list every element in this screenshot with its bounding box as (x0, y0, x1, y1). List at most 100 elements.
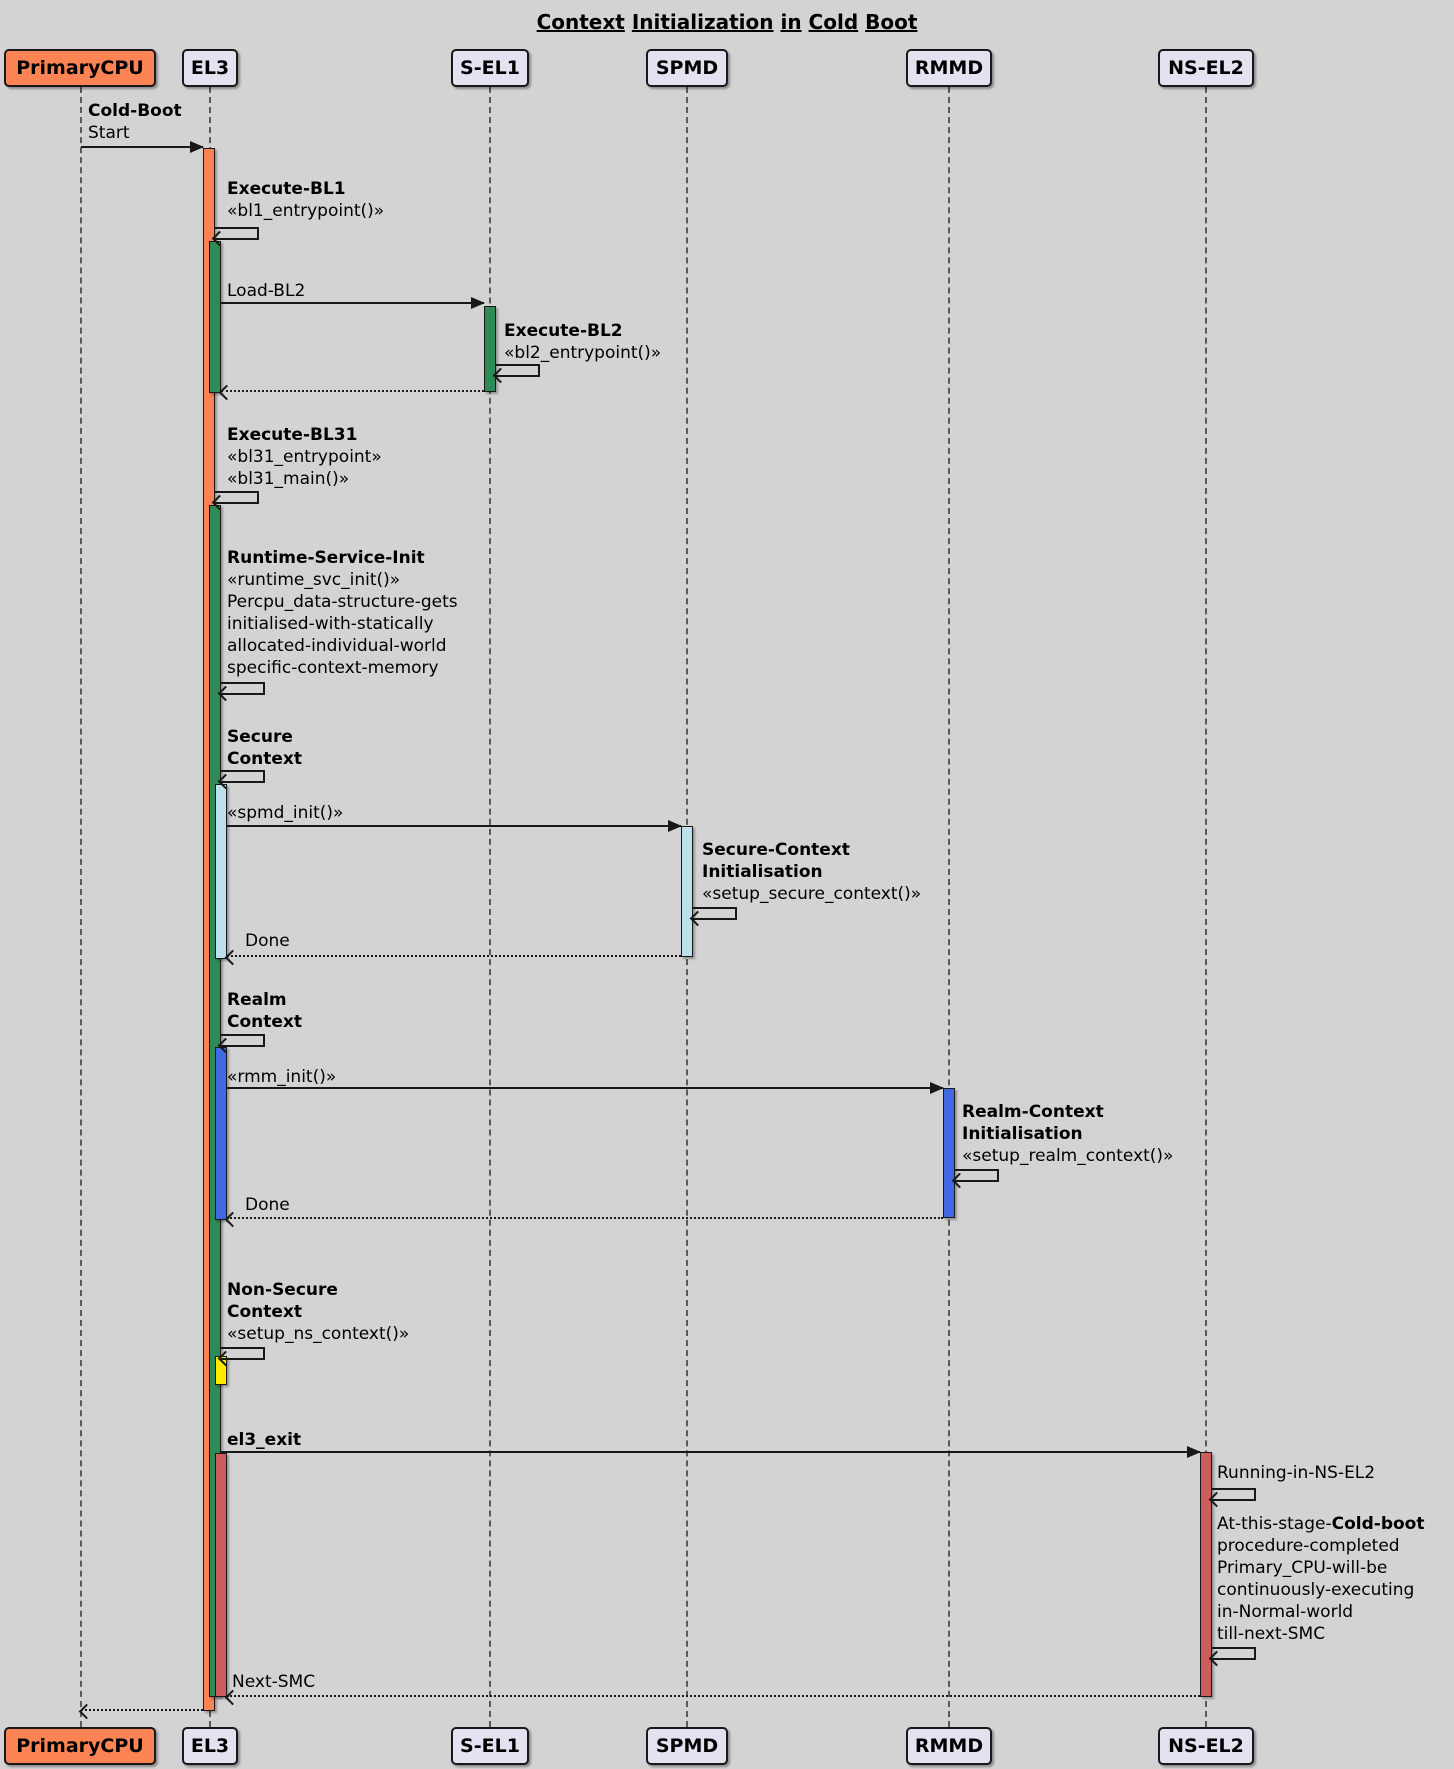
participant-rmmd-top: RMMD (906, 49, 992, 87)
arrow-el3-exit (221, 1451, 1200, 1453)
participant-spmd-bottom: SPMD (646, 1727, 728, 1765)
activation-el3-secure-context (215, 784, 227, 959)
label-running-in-ns-el2: Running-in-NS-EL2 (1217, 1462, 1375, 1484)
selfloop-running-in-ns-el2 (1212, 1488, 1256, 1501)
label-runtime-service-init: Runtime-Service-Init «runtime_svc_init()… (227, 547, 458, 679)
label-line: Next-SMC (232, 1671, 315, 1693)
label-line: Realm (227, 989, 302, 1011)
arrow-return-done-spmd (227, 955, 681, 957)
label-execute-bl2: Execute-BL2 «bl2_entrypoint()» (504, 320, 661, 364)
label-line: Cold-Boot (88, 100, 182, 122)
arrow-load-bl2 (221, 302, 484, 304)
label-line: Load-BL2 (227, 280, 305, 302)
label-line: specific-context-memory (227, 657, 458, 679)
label-cold-boot-start: Cold-Boot Start (88, 100, 182, 144)
label-execute-bl31: Execute-BL31 «bl31_entrypoint» «bl31_mai… (227, 424, 382, 490)
participant-label: EL3 (191, 1735, 229, 1757)
activation-el3-realm-context (215, 1047, 227, 1220)
label-line: allocated-individual-world (227, 635, 458, 657)
label-line: «bl1_entrypoint()» (227, 200, 384, 222)
label-line: Initialisation (702, 861, 921, 883)
participant-label: PrimaryCPU (16, 1735, 143, 1757)
participant-label: NS-EL2 (1168, 1735, 1244, 1757)
label-el3-exit: el3_exit (227, 1429, 301, 1451)
activation-el3-exit (215, 1453, 227, 1697)
label-line: continuously-executing (1217, 1579, 1424, 1601)
label-line: Initialisation (962, 1123, 1173, 1145)
label-line: «spmd_init()» (227, 802, 343, 824)
selfloop-cold-boot-complete (1212, 1647, 1256, 1660)
label-line: Percpu_data-structure-gets (227, 591, 458, 613)
label-line: «setup_realm_context()» (962, 1145, 1173, 1167)
label-line: «bl2_entrypoint()» (504, 342, 661, 364)
selfloop-non-secure-context (221, 1347, 265, 1360)
label-line: Execute-BL31 (227, 424, 382, 446)
label-line: Context (227, 1011, 302, 1033)
label-line: till-next-SMC (1217, 1623, 1424, 1645)
label-secure-context-initialisation: Secure-Context Initialisation «setup_sec… (702, 839, 921, 905)
activation-spmd-secure-context (681, 826, 693, 957)
label-line: Execute-BL2 (504, 320, 661, 342)
label-line: Realm-Context (962, 1101, 1173, 1123)
label-rmm-init: «rmm_init()» (227, 1066, 336, 1088)
selfloop-secure-context (221, 770, 265, 783)
label-line: Secure (227, 726, 302, 748)
sequence-diagram: Context Initialization in Cold Boot Prim… (0, 0, 1454, 1769)
label-done-secure: Done (245, 930, 290, 952)
label-line: Runtime-Service-Init (227, 547, 458, 569)
arrow-return-bl2-done (221, 390, 484, 392)
participant-label: RMMD (915, 57, 983, 79)
participant-label: S-EL1 (460, 57, 520, 79)
label-line: Done (245, 1194, 290, 1216)
label-line: Execute-BL1 (227, 178, 384, 200)
label-line: initialised-with-statically (227, 613, 458, 635)
label-line: Running-in-NS-EL2 (1217, 1462, 1375, 1484)
label-line: «setup_secure_context()» (702, 883, 921, 905)
participant-label: RMMD (915, 1735, 983, 1757)
label-done-realm: Done (245, 1194, 290, 1216)
label-spmd-init: «spmd_init()» (227, 802, 343, 824)
label-line: Context (227, 1301, 409, 1323)
label-line: Start (88, 122, 182, 144)
label-line: «rmm_init()» (227, 1066, 336, 1088)
diagram-title: Context Initialization in Cold Boot (0, 10, 1454, 34)
label-secure-context: Secure Context (227, 726, 302, 770)
participant-ns-el2-bottom: NS-EL2 (1158, 1727, 1254, 1765)
label-segment: Cold-boot (1332, 1514, 1425, 1534)
activation-s-el1-bl2 (484, 306, 496, 392)
selfloop-realm-context-initialisation (955, 1169, 999, 1182)
participant-primarycpu-bottom: PrimaryCPU (4, 1727, 156, 1765)
label-line: procedure-completed (1217, 1535, 1424, 1557)
selfloop-runtime-service-init (221, 682, 265, 695)
label-line: «runtime_svc_init()» (227, 569, 458, 591)
label-line: in-Normal-world (1217, 1601, 1424, 1623)
participant-el3-top: EL3 (182, 49, 238, 87)
participant-label: NS-EL2 (1168, 57, 1244, 79)
participant-label: EL3 (191, 57, 229, 79)
selfloop-realm-context (221, 1034, 265, 1047)
participant-ns-el2-top: NS-EL2 (1158, 49, 1254, 87)
participant-s-el1-top: S-EL1 (451, 49, 529, 87)
label-execute-bl1: Execute-BL1 «bl1_entrypoint()» (227, 178, 384, 222)
participant-label: PrimaryCPU (16, 57, 143, 79)
arrow-return-to-primarycpu (81, 1709, 203, 1711)
participant-label: SPMD (656, 1735, 718, 1757)
label-cold-boot-complete: At-this-stage-Cold-boot procedure-comple… (1217, 1513, 1424, 1645)
activation-el3-bl1 (209, 241, 221, 393)
label-realm-context: Realm Context (227, 989, 302, 1033)
selfloop-execute-bl2 (496, 364, 540, 377)
arrow-spmd-init (227, 825, 681, 827)
participant-rmmd-bottom: RMMD (906, 1727, 992, 1765)
label-line: Non-Secure (227, 1279, 409, 1301)
label-line: «bl31_entrypoint» (227, 446, 382, 468)
activation-rmmd-realm-context (943, 1088, 955, 1218)
label-segment: At-this-stage- (1217, 1514, 1332, 1534)
arrow-cold-boot-start (81, 146, 203, 148)
label-line: Primary_CPU-will-be (1217, 1557, 1424, 1579)
label-line: «bl31_main()» (227, 468, 382, 490)
selfloop-execute-bl1 (215, 227, 259, 240)
participant-primarycpu-top: PrimaryCPU (4, 49, 156, 87)
selfloop-secure-context-initialisation (693, 907, 737, 920)
arrow-return-next-smc (227, 1695, 1200, 1697)
participant-el3-bottom: EL3 (182, 1727, 238, 1765)
